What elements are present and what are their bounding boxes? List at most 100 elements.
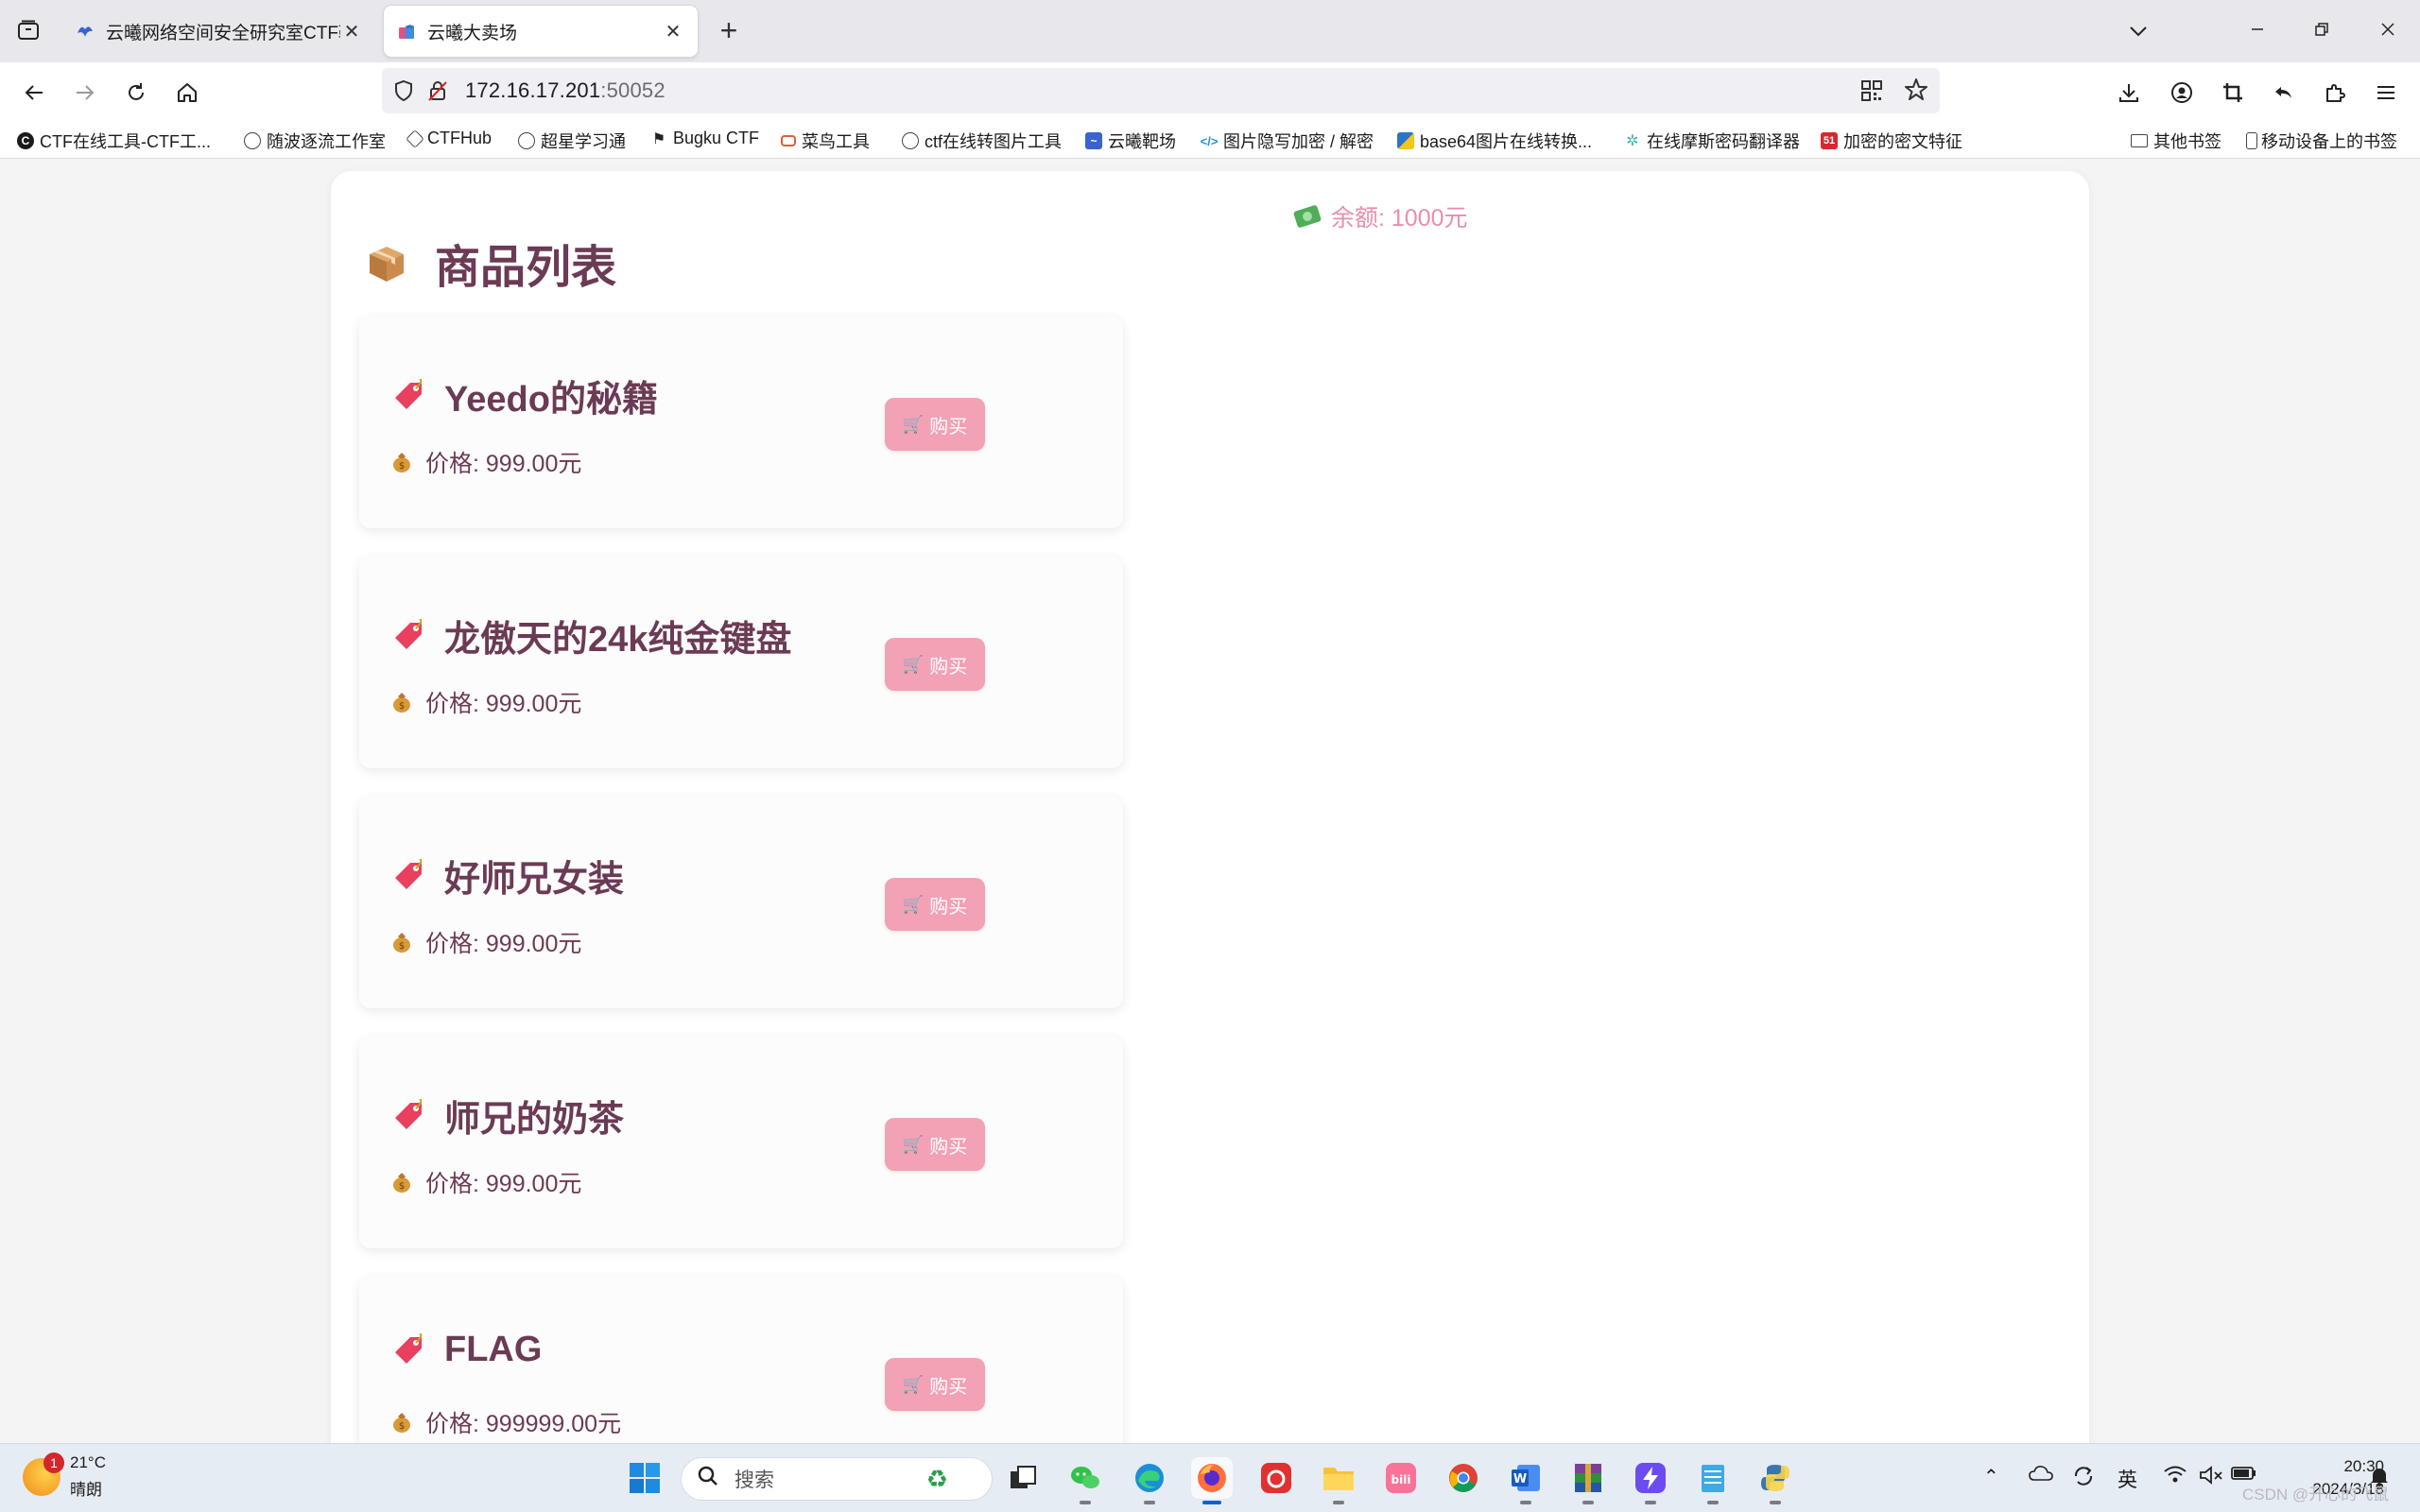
screenshot-crop-icon[interactable]	[2214, 74, 2252, 112]
bookmark-bugku[interactable]: ⚑ Bugku CTF	[650, 129, 759, 148]
buy-button[interactable]: 🛒 购买	[885, 1118, 985, 1171]
bookmark-star-icon[interactable]	[1904, 77, 1928, 107]
bookmark-label: 随波逐流工作室	[267, 132, 386, 151]
chrome-icon[interactable]	[1443, 1457, 1484, 1499]
list-all-tabs-chevron-icon[interactable]	[2119, 13, 2157, 47]
product-card: 师兄的奶茶 $ 价格: 999.00元 🛒 购买	[359, 1037, 1123, 1248]
bookmark-label: 云曦靶场	[1108, 132, 1176, 151]
product-price-text: 价格: 999.00元	[425, 1171, 582, 1197]
close-tab-icon[interactable]: ✕	[662, 20, 684, 43]
undo-arrow-icon[interactable]	[2265, 74, 2303, 112]
bookmark-ctf-image-tool[interactable]: ctf在线转图片工具	[902, 129, 1062, 153]
show-hidden-icons-chevron-icon[interactable]: ⌃	[1983, 1465, 1999, 1488]
word-icon[interactable]: W	[1505, 1457, 1547, 1504]
bilibili-icon[interactable]: bili	[1380, 1457, 1422, 1499]
menu-hamburger-icon[interactable]	[2367, 74, 2405, 112]
bookmark-label: 移动设备上的书签	[2261, 132, 2397, 151]
windows-start-icon[interactable]	[624, 1457, 666, 1499]
balance-text: 余额: 1000元	[1331, 205, 1468, 232]
bookmark-chaoxing[interactable]: 超星学习通	[518, 129, 626, 153]
svg-text:$: $	[399, 701, 405, 712]
winrar-icon[interactable]	[1567, 1457, 1609, 1504]
taskview-icon[interactable]	[1002, 1457, 1044, 1499]
svg-text:$: $	[399, 1421, 405, 1432]
product-price: $ 价格: 999.00元	[391, 925, 581, 959]
restore-icon[interactable]	[2303, 13, 2341, 47]
insecure-lock-icon[interactable]	[427, 79, 448, 107]
tab-title: 云曦网络空间安全研究室CTF靶	[106, 23, 340, 43]
ctfhub-icon	[406, 129, 424, 148]
shopping-cart-icon: 🛒	[902, 1134, 925, 1154]
bookmark-label: Bugku CTF	[673, 129, 760, 147]
shopping-bags-icon	[397, 22, 416, 41]
notification-badge: 1	[43, 1452, 64, 1473]
bookmark-suibozhuliu[interactable]: 随波逐流工作室	[244, 129, 386, 153]
volume-muted-icon[interactable]	[2199, 1465, 2223, 1491]
sync-icon[interactable]	[2072, 1465, 2095, 1493]
other-bookmarks-folder[interactable]: 其他书签	[2131, 129, 2221, 153]
file-explorer-icon[interactable]	[1318, 1457, 1359, 1504]
product-name-text: 龙傲天的24k纯金键盘	[444, 620, 792, 660]
svg-text:bili: bili	[1392, 1473, 1411, 1486]
mobile-bookmarks-folder[interactable]: 移动设备上的书签	[2246, 129, 2397, 153]
tracking-protection-shield-icon[interactable]	[393, 79, 414, 107]
wechat-icon[interactable]	[1064, 1457, 1106, 1504]
tab-list-button[interactable]	[11, 13, 45, 47]
tab-yunxi-market[interactable]: 云曦大卖场 ✕	[384, 6, 698, 57]
close-window-icon[interactable]	[2369, 13, 2407, 47]
bookmark-label: base64图片在线转换...	[1420, 132, 1593, 151]
bookmark-base64-image[interactable]: base64图片在线转换...	[1397, 129, 1592, 153]
bookmark-ctfhub[interactable]: CTFHub	[406, 129, 492, 148]
page-title: 商品列表	[367, 230, 616, 296]
python-icon[interactable]	[1754, 1457, 1796, 1504]
downloads-icon[interactable]	[2110, 74, 2148, 112]
wifi-icon[interactable]	[2163, 1465, 2187, 1489]
ime-indicator[interactable]: 英	[2118, 1465, 2137, 1493]
taskbar-search-box[interactable]: 搜索 ♻	[681, 1457, 993, 1501]
weather-widget[interactable]: 1 21°C 晴朗	[23, 1452, 106, 1500]
reload-button[interactable]	[117, 74, 155, 112]
edge-browser-icon[interactable]	[1129, 1457, 1170, 1504]
51cto-icon: 51	[1821, 132, 1838, 149]
bookmark-ctf-tools[interactable]: C CTF在线工具-CTF工...	[17, 129, 211, 153]
weather-sun-icon: 1	[23, 1452, 64, 1496]
netease-music-icon[interactable]	[1255, 1457, 1297, 1499]
home-icon	[178, 83, 197, 102]
price-tag-icon	[391, 617, 425, 653]
new-tab-button[interactable]: +	[711, 13, 747, 49]
back-button[interactable]	[15, 74, 53, 112]
bookmark-label: 图片隐写加密 / 解密	[1223, 132, 1374, 151]
buy-button[interactable]: 🛒 购买	[885, 1358, 985, 1411]
url-text[interactable]: 172.16.17.201:50052	[465, 78, 666, 103]
onedrive-cloud-icon[interactable]	[2029, 1465, 2053, 1487]
price-tag-icon	[391, 377, 425, 413]
buy-button[interactable]: 🛒 购买	[885, 398, 985, 451]
address-bar[interactable]: 172.16.17.201:50052	[382, 68, 1940, 113]
bookmark-cipher-features[interactable]: 51 加密的密文特征	[1821, 129, 1962, 153]
bookmark-morse[interactable]: ✲ 在线摩斯密码翻译器	[1624, 129, 1800, 153]
bookmark-yunxi-range[interactable]: ~ 云曦靶场	[1085, 129, 1176, 153]
firefox-icon[interactable]	[1191, 1457, 1233, 1504]
product-name: FLAG	[391, 1330, 542, 1370]
shopping-cart-icon: 🛒	[902, 414, 925, 434]
yunxi-icon: ~	[1085, 132, 1102, 149]
account-icon[interactable]	[2163, 74, 2201, 112]
product-name-text: FLAG	[444, 1330, 543, 1369]
close-tab-icon[interactable]: ✕	[340, 20, 363, 43]
flag-icon: ⚑	[651, 130, 666, 147]
thunder-icon[interactable]	[1630, 1457, 1671, 1504]
bookmark-runoob[interactable]: 菜鸟工具	[781, 129, 870, 153]
minimize-icon[interactable]	[2238, 13, 2276, 47]
extensions-puzzle-icon[interactable]	[2316, 74, 2354, 112]
tab-title: 云曦大卖场	[427, 23, 518, 43]
money-bag-icon: $	[391, 451, 412, 473]
buy-button[interactable]: 🛒 购买	[885, 638, 985, 691]
svg-text:$: $	[399, 1181, 405, 1192]
tab-yunxi-ctf[interactable]: 云曦网络空间安全研究室CTF靶 ✕	[62, 6, 376, 57]
home-button[interactable]	[168, 74, 206, 112]
qr-code-icon[interactable]	[1860, 79, 1883, 107]
forward-button[interactable]	[66, 74, 104, 112]
notepad-icon[interactable]	[1692, 1457, 1734, 1504]
bookmark-stego[interactable]: </> 图片隐写加密 / 解密	[1201, 129, 1374, 153]
buy-button[interactable]: 🛒 购买	[885, 878, 985, 931]
